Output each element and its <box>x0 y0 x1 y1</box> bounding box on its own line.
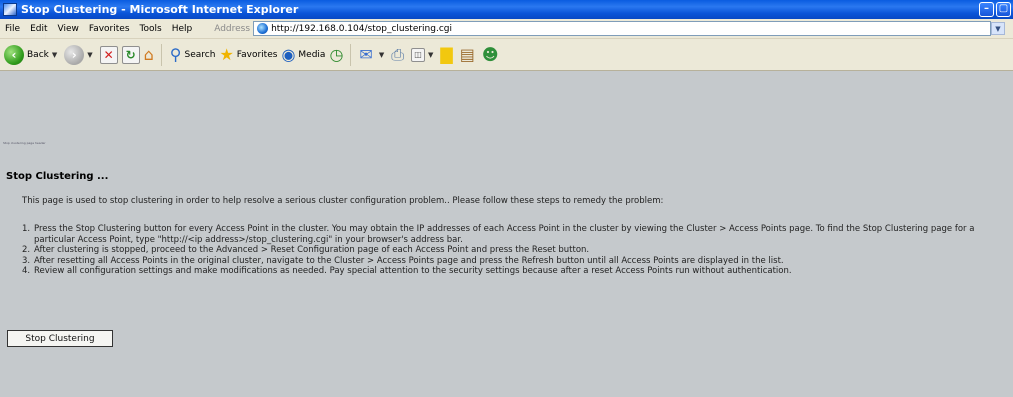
step-text: After resetting all Access Points in the… <box>34 255 784 266</box>
ie-app-icon <box>3 3 17 16</box>
stop-icon: ✕ <box>99 45 118 64</box>
list-item: 1. Press the Stop Clustering button for … <box>22 224 1007 245</box>
research-button[interactable]: ▤ <box>460 45 478 64</box>
menu-edit[interactable]: Edit <box>25 24 52 34</box>
forward-arrow-icon: › <box>64 44 85 65</box>
media-icon: ◉ <box>281 45 296 64</box>
search-icon: ⚲ <box>169 45 182 64</box>
address-url[interactable]: http://192.168.0.104/stop_clustering.cgi <box>271 24 452 34</box>
edit-dropdown-icon[interactable]: ▼ <box>428 51 433 59</box>
forward-button[interactable]: › ▼ <box>64 44 95 65</box>
window-controls: – ▢ <box>979 2 1011 17</box>
step-number: 1. <box>22 224 31 234</box>
page-content: Stop clustering page header Stop Cluster… <box>0 71 1013 397</box>
menu-tools[interactable]: Tools <box>135 24 167 34</box>
back-dropdown-icon[interactable]: ▼ <box>52 51 57 59</box>
toolbar: ‹ Back ▼ › ▼ ✕ ↻ ⌂ ⚲ Search ★ Favorites … <box>0 39 1013 71</box>
mail-dropdown-icon[interactable]: ▼ <box>379 51 384 59</box>
home-icon: ⌂ <box>143 45 154 64</box>
mail-icon: ✉ <box>359 45 373 64</box>
menu-file[interactable]: File <box>0 24 25 34</box>
window-title: Stop Clustering - Microsoft Internet Exp… <box>21 3 299 16</box>
search-label: Search <box>184 49 216 60</box>
edit-button[interactable]: ◫ ▼ <box>411 47 436 62</box>
forward-dropdown-icon[interactable]: ▼ <box>87 51 92 59</box>
printer-icon: ⎙ <box>391 44 405 64</box>
step-text: After clustering is stopped, proceed to … <box>34 245 590 255</box>
steps-list: 1. Press the Stop Clustering button for … <box>22 224 1007 277</box>
title-bar: Stop Clustering - Microsoft Internet Exp… <box>0 0 1013 19</box>
search-button[interactable]: ⚲ Search <box>170 45 216 64</box>
history-icon: ◷ <box>329 45 344 64</box>
favorites-button[interactable]: ★ Favorites <box>219 45 277 64</box>
back-arrow-icon: ‹ <box>4 44 24 65</box>
intro-text: This page is used to stop clustering in … <box>22 196 664 206</box>
list-item: 4. Review all configuration settings and… <box>22 266 1007 277</box>
mail-button[interactable]: ✉ ▼ <box>359 45 387 64</box>
step-text: Review all configuration settings and ma… <box>34 266 792 276</box>
list-item: 2. After clustering is stopped, proceed … <box>22 245 1007 256</box>
address-label: Address <box>214 23 251 34</box>
step-number: 3. <box>22 255 31 266</box>
minimize-button[interactable]: – <box>979 2 994 17</box>
edit-page-icon: ◫ <box>411 47 426 62</box>
stop-button[interactable]: ✕ <box>99 45 118 64</box>
media-button[interactable]: ◉ Media <box>281 45 325 64</box>
print-button[interactable]: ⎙ <box>391 45 407 65</box>
step-text: Press the Stop Clustering button for eve… <box>34 224 975 245</box>
page-icon <box>257 23 269 34</box>
discuss-button[interactable]: ▇ <box>440 45 455 64</box>
step-number: 2. <box>22 245 31 255</box>
refresh-button[interactable]: ↻ <box>121 45 140 64</box>
step-number: 4. <box>22 266 31 276</box>
header-image-placeholder: Stop clustering page header <box>3 141 46 145</box>
messenger-icon: ☻ <box>481 45 499 64</box>
research-icon: ▤ <box>459 45 475 64</box>
page-title: Stop Clustering ... <box>6 171 109 182</box>
history-button[interactable]: ◷ <box>329 45 346 64</box>
list-item: 3. After resetting all Access Points in … <box>22 256 1007 267</box>
messenger-button[interactable]: ☻ <box>482 45 502 64</box>
toolbar-separator-2 <box>350 43 352 66</box>
back-label: Back <box>27 49 49 60</box>
menu-favorites[interactable]: Favorites <box>84 24 135 34</box>
star-icon: ★ <box>219 45 234 64</box>
toolbar-separator <box>160 43 162 66</box>
address-dropdown-icon[interactable]: ▼ <box>991 22 1005 35</box>
refresh-icon: ↻ <box>121 45 140 64</box>
address-bar[interactable]: http://192.168.0.104/stop_clustering.cgi <box>253 21 991 36</box>
stop-clustering-button[interactable]: Stop Clustering <box>7 330 113 347</box>
menu-bar: File Edit View Favorites Tools Help Addr… <box>0 19 1013 39</box>
menu-help[interactable]: Help <box>167 24 198 34</box>
media-label: Media <box>298 49 326 60</box>
discuss-icon: ▇ <box>440 45 453 64</box>
maximize-button[interactable]: ▢ <box>996 2 1011 17</box>
back-button[interactable]: ‹ Back ▼ <box>4 44 60 65</box>
menu-view[interactable]: View <box>53 24 84 34</box>
home-button[interactable]: ⌂ <box>144 45 157 64</box>
favorites-label: Favorites <box>236 49 278 60</box>
